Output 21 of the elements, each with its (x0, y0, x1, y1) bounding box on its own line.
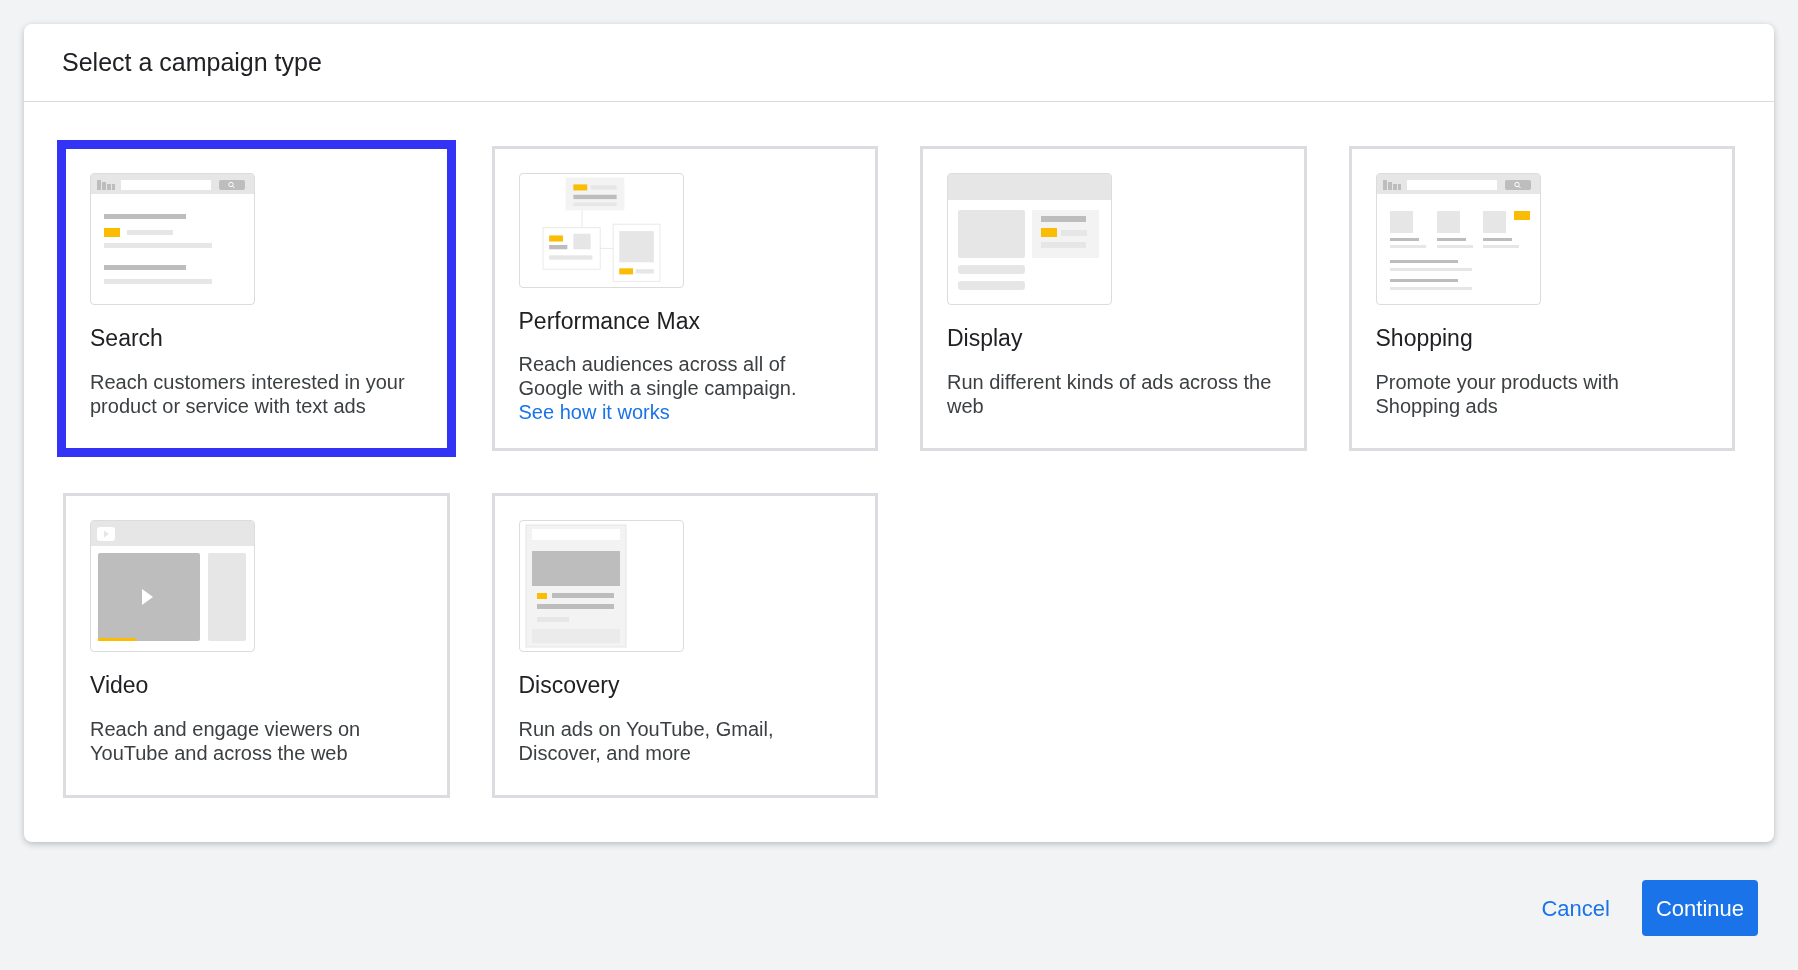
campaign-type-card[interactable]: Shopping Promote your products with Shopping ads (1348, 146, 1735, 451)
dialog-title: Select a campaign type (62, 46, 322, 78)
see-how-it-works-link[interactable]: See how it works (518, 401, 670, 423)
card-title: Discovery (518, 671, 621, 700)
campaign-type-card[interactable]: Performance Max Reach audiences across all of Google with a single campaign. See how it works (491, 146, 878, 451)
card-description: Reach and engage viewers on YouTube and across the web (90, 716, 362, 765)
card-description: Promote your products with Shopping ads (1375, 369, 1620, 418)
campaign-type-card[interactable]: Video Reach and engage viewers on YouTube and across the web (63, 493, 450, 798)
campaign-type-card[interactable]: Discovery Run ads on YouTube, Gmail, Discover, and more (491, 493, 878, 798)
card-title: Search (90, 324, 164, 353)
card-description: Reach audiences across all of Google with a single campaign. See how it works (518, 352, 798, 424)
continue-button[interactable]: Continue (1641, 880, 1758, 936)
campaign-type-card[interactable]: Display Run different kinds of ads across the web (920, 146, 1307, 451)
cancel-button[interactable]: Cancel (1521, 880, 1630, 936)
card-title: Shopping (1375, 324, 1474, 353)
card-title: Video (90, 671, 150, 700)
card-title: Display (947, 324, 1024, 353)
card-title: Performance Max (518, 306, 701, 336)
card-description: Run ads on YouTube, Gmail, Discover, and more (518, 716, 775, 765)
card-description: Reach customers interested in your product or service with text ads (90, 369, 406, 418)
card-description: Run different kinds of ads across the web (947, 369, 1273, 418)
